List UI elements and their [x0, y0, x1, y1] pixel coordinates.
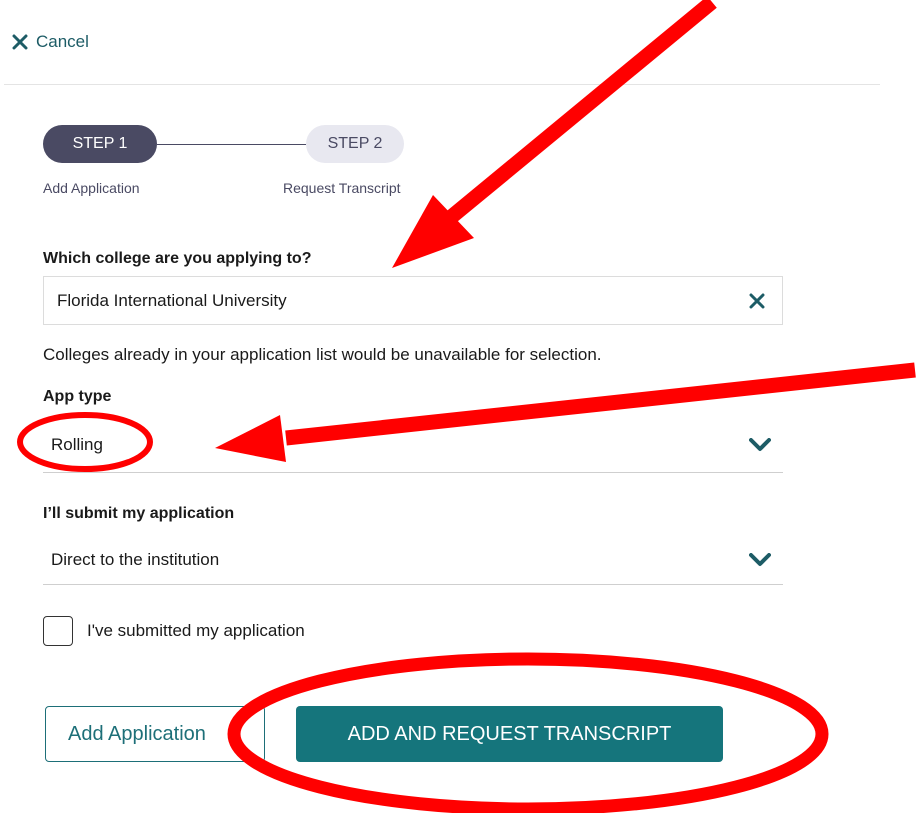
college-value: Florida International University [57, 290, 287, 310]
app-type-select[interactable]: Rolling [43, 418, 783, 473]
submit-method-label: I’ll submit my application [43, 505, 235, 522]
chevron-down-icon [749, 552, 771, 566]
annotation-arrow-college [392, 0, 717, 268]
annotation-overlay [17, 0, 916, 813]
submit-method-select[interactable]: Direct to the institution [43, 535, 783, 585]
stepper-connector [157, 144, 306, 145]
add-and-request-transcript-button[interactable]: ADD AND REQUEST TRANSCRIPT [296, 706, 723, 762]
college-label: Which college are you applying to? [43, 250, 312, 267]
submitted-checkbox[interactable] [43, 616, 73, 646]
college-input[interactable]: Florida International University [43, 276, 783, 325]
submit-method-value: Direct to the institution [51, 549, 220, 569]
close-icon[interactable] [749, 293, 765, 309]
submitted-checkbox-row: I've submitted my application [43, 616, 305, 646]
cancel-button[interactable]: Cancel [12, 32, 89, 52]
header-divider [4, 84, 880, 85]
step-2-pill: STEP 2 [306, 125, 404, 163]
app-type-label: App type [43, 388, 112, 405]
chevron-down-icon [749, 438, 771, 451]
step-1-caption: Add Application [43, 180, 140, 196]
app-type-value: Rolling [51, 435, 103, 454]
step-1-pill: STEP 1 [43, 125, 157, 163]
cancel-label: Cancel [36, 32, 89, 51]
add-application-button[interactable]: Add Application [45, 706, 265, 762]
submitted-checkbox-label[interactable]: I've submitted my application [87, 621, 305, 641]
step-2-caption: Request Transcript [283, 180, 401, 196]
college-hint: Colleges already in your application lis… [43, 345, 602, 364]
close-icon [12, 34, 28, 50]
